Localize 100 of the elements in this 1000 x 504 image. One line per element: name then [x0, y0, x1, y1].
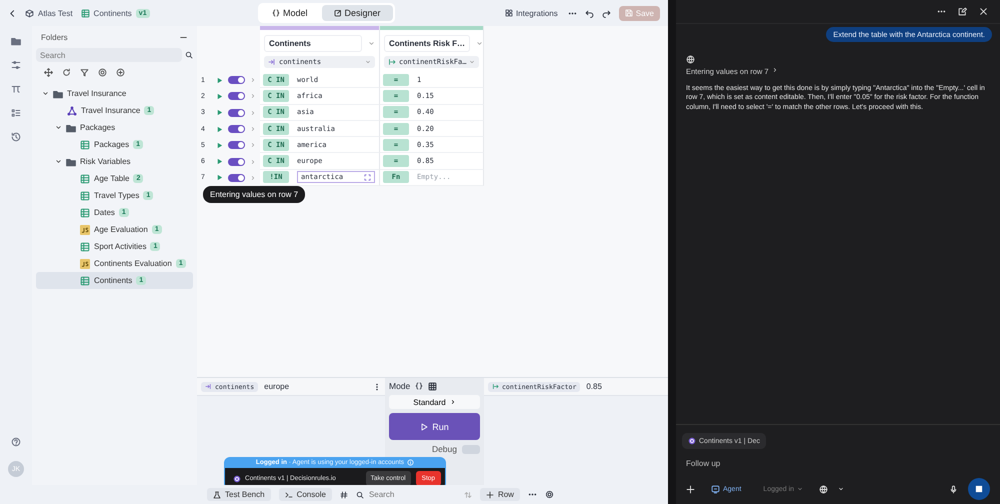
debug-toggle[interactable]	[462, 444, 480, 454]
table-icon	[80, 140, 90, 150]
column-title-field[interactable]: Continents	[264, 35, 362, 52]
braces-icon	[272, 9, 280, 17]
stop-button[interactable]	[968, 478, 990, 500]
integrations-button[interactable]: Integrations	[502, 6, 560, 20]
input-icon	[205, 383, 212, 390]
refresh-icon[interactable]	[62, 68, 71, 77]
redo-icon[interactable]	[602, 8, 611, 18]
view-tab[interactable]: Model	[260, 5, 320, 21]
toggle[interactable]	[228, 92, 245, 100]
play-icon	[420, 422, 428, 430]
terminal-icon	[284, 490, 293, 498]
add-row-button[interactable]: Row	[480, 488, 520, 501]
microphone-icon[interactable]	[949, 484, 958, 494]
play-icon[interactable]	[216, 109, 223, 116]
globe-icon	[686, 55, 695, 64]
play-icon[interactable]	[216, 76, 223, 84]
table-icon	[80, 208, 90, 218]
app-logo-icon	[233, 474, 241, 482]
tooltip: Entering values on row 7	[203, 186, 306, 203]
console-tab[interactable]: Console	[278, 488, 332, 501]
search-field[interactable]: Search	[36, 48, 182, 62]
debug-label: Debug	[432, 444, 457, 454]
toggle[interactable]	[228, 108, 245, 117]
mode-label: Mode	[389, 381, 410, 391]
play-icon[interactable]	[216, 92, 223, 100]
folder-icon	[53, 88, 63, 98]
puzzle-icon	[504, 9, 513, 17]
braces-icon[interactable]	[415, 382, 424, 390]
breadcrumb-link[interactable]: Continents	[94, 8, 132, 18]
chevron-down-icon[interactable]	[55, 124, 62, 131]
input-value[interactable]: europe	[264, 382, 367, 391]
move-icon[interactable]	[44, 68, 53, 77]
chevron-down-icon[interactable]	[55, 158, 62, 165]
folder-icon[interactable]	[11, 36, 21, 46]
plus-icon	[486, 490, 494, 498]
test-bench-tab[interactable]: Test Bench	[207, 488, 271, 501]
message-field[interactable]: Follow up	[682, 457, 994, 470]
caret-icon	[469, 59, 476, 65]
undo-icon[interactable]	[584, 8, 594, 18]
compose-icon[interactable]	[958, 7, 967, 16]
cube-icon	[25, 8, 34, 18]
sliders-icon[interactable]	[11, 60, 21, 70]
help-icon[interactable]	[11, 437, 21, 447]
play-icon[interactable]	[216, 174, 223, 182]
caret-icon	[797, 486, 804, 492]
flask-icon	[213, 490, 221, 498]
table-icon	[80, 242, 90, 252]
flow-icon	[67, 106, 77, 116]
play-icon[interactable]	[216, 126, 223, 133]
search-icon	[185, 51, 193, 59]
mode-dropdown[interactable]: Standard	[389, 395, 480, 409]
back-icon[interactable]	[8, 8, 17, 18]
save-icon	[624, 9, 633, 17]
column-title-field[interactable]: Continents Risk F…	[384, 35, 470, 52]
tree-item[interactable]: Travel Insurance	[36, 85, 193, 102]
js-icon	[80, 224, 90, 234]
run-button[interactable]: Run	[389, 413, 480, 440]
table-icon	[80, 174, 90, 184]
chevron-down-icon[interactable]	[42, 90, 49, 97]
globe-icon[interactable]	[819, 484, 828, 494]
search-icon[interactable]	[356, 490, 364, 498]
table-icon[interactable]	[428, 382, 438, 390]
table-icon	[80, 8, 90, 18]
view-tab[interactable]: Designer	[322, 5, 393, 21]
search-field[interactable]: Search	[366, 489, 427, 500]
panel-title: Folders	[41, 33, 68, 42]
history-icon[interactable]	[11, 132, 21, 142]
table-icon	[80, 276, 90, 286]
chevron-right-icon	[450, 399, 456, 405]
toggle[interactable]	[228, 174, 245, 182]
output-icon	[492, 383, 499, 390]
filter-icon[interactable]	[80, 68, 89, 77]
play-icon[interactable]	[216, 158, 223, 166]
agent-icon	[711, 484, 720, 494]
chevron-right-icon[interactable]	[772, 67, 778, 73]
breadcrumb-link[interactable]: Atlas Test	[38, 8, 73, 18]
list-icon[interactable]	[11, 108, 21, 118]
input-icon	[268, 58, 276, 66]
toggle[interactable]	[228, 125, 245, 134]
expand-icon[interactable]	[364, 174, 371, 181]
edit-icon	[334, 9, 342, 17]
toggle[interactable]	[228, 158, 245, 166]
tree-item[interactable]: Risk Variables	[36, 153, 193, 170]
pi-icon[interactable]	[11, 84, 21, 94]
add-icon[interactable]	[116, 68, 125, 77]
toggle[interactable]	[228, 141, 245, 150]
toggle[interactable]	[228, 76, 245, 84]
hash-icon[interactable]	[340, 490, 348, 498]
app-logo-icon	[688, 437, 696, 445]
tree-item[interactable]: Packages	[36, 119, 193, 136]
caret-icon	[365, 59, 371, 65]
caret-icon[interactable]	[838, 486, 844, 492]
play-icon[interactable]	[216, 142, 223, 149]
close-icon[interactable]	[979, 7, 988, 16]
target-icon[interactable]	[98, 68, 107, 77]
output-icon	[388, 58, 396, 66]
settings-icon[interactable]	[544, 490, 554, 499]
plus-icon[interactable]	[686, 484, 695, 494]
